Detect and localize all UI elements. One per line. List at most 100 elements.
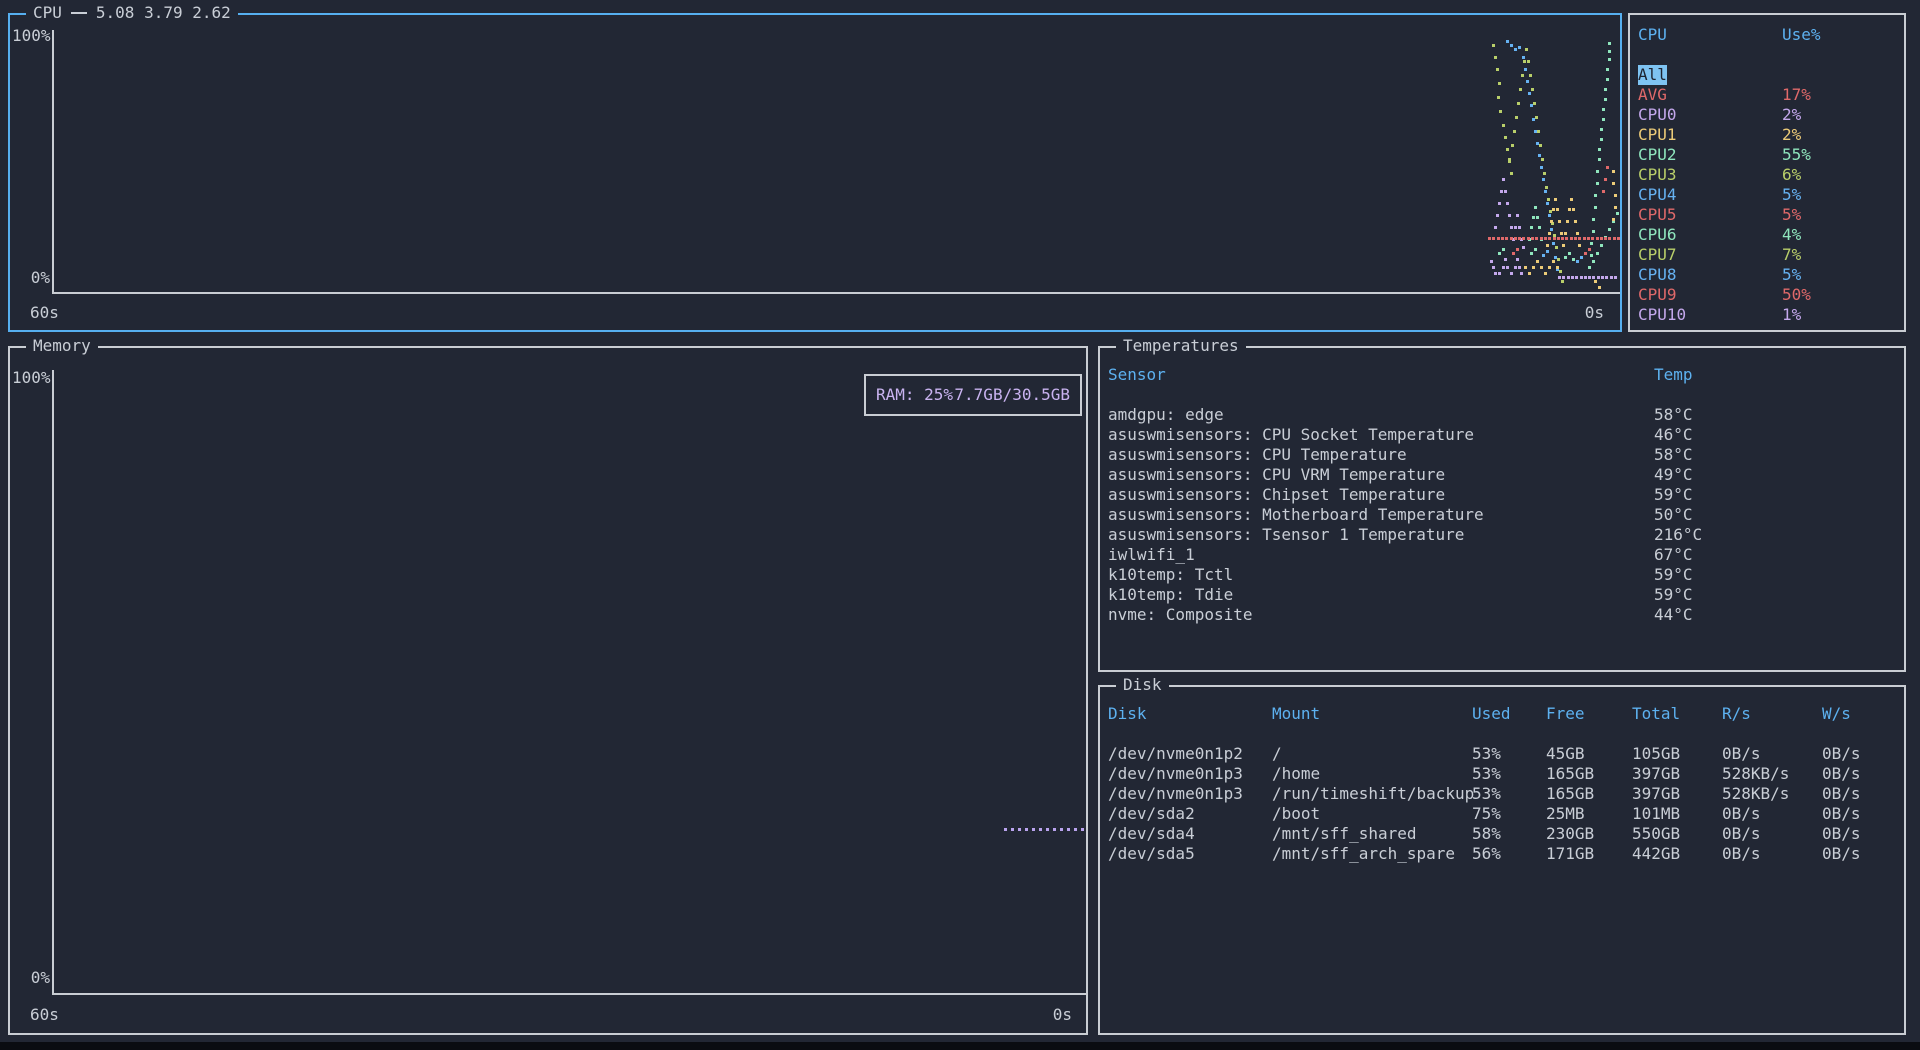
- usage-dot: [1580, 256, 1583, 259]
- usage-dot: [1588, 248, 1591, 251]
- disk-header-total: Total: [1632, 704, 1680, 724]
- cpu-row-cpu4[interactable]: CPU45%: [1630, 185, 1904, 205]
- cpu-name-cell: CPU5: [1638, 205, 1677, 225]
- cpu-row-cpu2[interactable]: CPU255%: [1630, 145, 1904, 165]
- disk-cell: 53%: [1472, 744, 1501, 764]
- usage-dot: [1526, 80, 1529, 83]
- cpu-row-cpu0[interactable]: CPU02%: [1630, 105, 1904, 125]
- usage-dot: [1522, 237, 1525, 240]
- memory-x-right-label: 0s: [1053, 1005, 1072, 1025]
- cpu-row-all[interactable]: All: [1630, 65, 1904, 85]
- cpu-usage-cell: 2%: [1782, 105, 1801, 125]
- usage-dot: [1576, 260, 1579, 263]
- cpu-row-cpu5[interactable]: CPU55%: [1630, 205, 1904, 225]
- usage-dot: [1546, 202, 1549, 205]
- usage-dot: [1556, 208, 1559, 211]
- usage-dot: [1527, 60, 1530, 63]
- disk-cell: 0B/s: [1822, 804, 1861, 824]
- disk-panel-title: Disk: [1116, 675, 1169, 695]
- cpu-x-right-label: 0s: [1585, 303, 1604, 323]
- usage-dot: [1554, 198, 1557, 201]
- cpu-name-cell: All: [1638, 65, 1667, 85]
- usage-dot: [1514, 226, 1517, 229]
- cpu-row-cpu3[interactable]: CPU36%: [1630, 165, 1904, 185]
- cpu-list-panel: CPU Use% AllAVG17%CPU02%CPU12%CPU255%CPU…: [1628, 13, 1906, 332]
- cpu-y-max-label: 100%: [12, 26, 50, 46]
- usage-dot: [1500, 190, 1503, 193]
- disk-cell: /dev/nvme0n1p3: [1108, 764, 1243, 784]
- usage-dot: [1545, 186, 1548, 189]
- disk-cell: 0B/s: [1722, 824, 1761, 844]
- usage-dot: [1499, 110, 1502, 113]
- usage-dot: [1508, 214, 1511, 217]
- disk-cell: /mnt/sff_arch_spare: [1272, 844, 1455, 864]
- usage-dot: [1516, 214, 1519, 217]
- usage-dot: [1608, 228, 1611, 231]
- disk-cell: 56%: [1472, 844, 1501, 864]
- sensor-temp-cell: 58°C: [1654, 405, 1693, 425]
- sensor-temp-cell: 44°C: [1654, 605, 1693, 625]
- sensor-temp-cell: 59°C: [1654, 585, 1693, 605]
- usage-dot: [1512, 252, 1515, 255]
- temperatures-rows: amdgpu: edge58°Casuswmisensors: CPU Sock…: [1100, 405, 1904, 625]
- cpu-row-avg[interactable]: AVG17%: [1630, 85, 1904, 105]
- disk-cell: 397GB: [1632, 784, 1680, 804]
- usage-dot: [1602, 118, 1605, 121]
- usage-dot: [1556, 266, 1559, 269]
- cpu-name-cell: CPU3: [1638, 165, 1677, 185]
- usage-dot: [1600, 237, 1603, 240]
- usage-dot: [1600, 128, 1603, 131]
- cpu-row-cpu6[interactable]: CPU64%: [1630, 225, 1904, 245]
- cpu-row-cpu8[interactable]: CPU85%: [1630, 265, 1904, 285]
- usage-dot: [1504, 190, 1507, 193]
- disk-cell: 53%: [1472, 764, 1501, 784]
- temperatures-panel: Temperatures Sensor Temp amdgpu: edge58°…: [1098, 346, 1906, 672]
- usage-dot: [1497, 96, 1500, 99]
- usage-dot: [1510, 237, 1513, 240]
- disk-cell: 230GB: [1546, 824, 1594, 844]
- usage-dot: [1535, 116, 1538, 119]
- usage-dot: [1530, 104, 1533, 107]
- cpu-name-cell: CPU10: [1638, 305, 1686, 325]
- cpu-list-header: CPU Use%: [1630, 25, 1904, 45]
- usage-dot: [1502, 266, 1505, 269]
- usage-dot: [1604, 178, 1607, 181]
- usage-dot: [1606, 78, 1609, 81]
- cpu-y-min-label: 0%: [12, 268, 50, 288]
- temperature-row: asuswmisensors: Motherboard Temperature5…: [1100, 505, 1904, 525]
- cpu-usage-cell: 55%: [1782, 145, 1811, 165]
- usage-dot: [1518, 266, 1521, 269]
- usage-dot: [1600, 138, 1603, 141]
- sensor-name-cell: nvme: Composite: [1108, 605, 1253, 625]
- usage-dot: [1494, 56, 1497, 59]
- usage-dot: [1600, 244, 1603, 247]
- usage-dot: [1533, 102, 1536, 105]
- usage-dot: [1564, 232, 1567, 235]
- usage-dot: [1535, 237, 1538, 240]
- cpu-row-cpu1[interactable]: CPU12%: [1630, 125, 1904, 145]
- usage-dot: [1548, 237, 1551, 240]
- disk-rows: /dev/nvme0n1p2/53%45GB105GB0B/s0B/s/dev/…: [1100, 744, 1904, 864]
- temperature-row: k10temp: Tctl59°C: [1100, 565, 1904, 585]
- sensor-temp-cell: 67°C: [1654, 545, 1693, 565]
- sensor-name-cell: asuswmisensors: CPU Socket Temperature: [1108, 425, 1474, 445]
- usage-dot: [1562, 244, 1565, 247]
- usage-dot: [1583, 237, 1586, 240]
- usage-dot: [1596, 252, 1599, 255]
- usage-dot: [1498, 202, 1501, 205]
- ram-legend: RAM: 25% 7.7GB/30.5GB: [864, 374, 1082, 416]
- usage-dot: [1541, 158, 1544, 161]
- terminal-bottom-strip: [0, 1042, 1920, 1050]
- disk-cell: /home: [1272, 764, 1320, 784]
- usage-dot: [1546, 250, 1549, 253]
- cpu-row-cpu10[interactable]: CPU101%: [1630, 305, 1904, 325]
- disk-header-disk: Disk: [1108, 704, 1147, 724]
- cpu-row-cpu7[interactable]: CPU77%: [1630, 245, 1904, 265]
- usage-dot: [1614, 194, 1617, 197]
- usage-dot: [1537, 130, 1540, 133]
- usage-dot: [1560, 232, 1563, 235]
- usage-dot: [1568, 252, 1571, 255]
- cpu-row-cpu9[interactable]: CPU950%: [1630, 285, 1904, 305]
- usage-dot: [1608, 58, 1611, 61]
- sensor-temp-cell: 59°C: [1654, 485, 1693, 505]
